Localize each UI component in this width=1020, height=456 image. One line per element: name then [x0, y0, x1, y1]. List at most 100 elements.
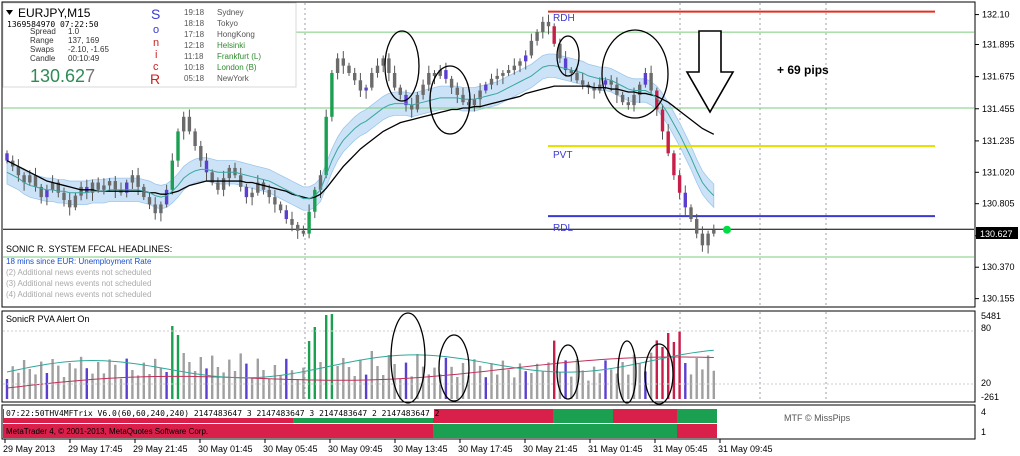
volume-bar — [484, 377, 487, 399]
volume-bar — [342, 358, 345, 399]
candle-body — [444, 70, 448, 79]
candle-body — [603, 80, 608, 85]
pva-axis-label: 80 — [981, 323, 991, 333]
volume-bar — [325, 315, 328, 399]
candle-body — [620, 94, 625, 103]
sonic-letter: R — [150, 71, 160, 87]
candle-body — [199, 146, 203, 161]
candle-body — [398, 87, 402, 95]
candle-body — [267, 189, 271, 198]
volume-bar — [302, 367, 305, 399]
candle-body — [677, 175, 682, 193]
spread-value: 1.0 — [68, 27, 80, 36]
candle-value: 00:10:49 — [68, 54, 100, 63]
volume-bar — [581, 370, 584, 399]
volume-bar — [222, 372, 225, 399]
volume-bar — [621, 362, 624, 399]
current-price-label: 130.627 — [980, 229, 1013, 239]
candle-body — [301, 230, 306, 234]
volume-bar — [159, 367, 163, 399]
candle-body — [273, 197, 277, 205]
candle-body — [159, 204, 163, 214]
candle-body — [415, 94, 420, 110]
spread-label: Spread — [30, 27, 56, 36]
volume-bar — [125, 358, 128, 399]
candle-body — [182, 116, 186, 132]
pva-axis-label: 5481 — [981, 311, 1001, 321]
candle-body — [68, 200, 72, 208]
volume-bar — [216, 367, 220, 399]
candle-body — [102, 185, 106, 190]
candle-body — [341, 58, 345, 66]
volume-bar — [684, 363, 687, 399]
candle-body — [204, 160, 209, 173]
candle-body — [712, 229, 716, 234]
headlines-title: SONIC R. SYSTEM FFCAL HEADLINES: — [6, 244, 172, 254]
volume-bar — [136, 375, 140, 399]
session-time: 19:18 — [184, 8, 205, 17]
swaps-value: -2.10, -1.65 — [68, 45, 109, 54]
candle-body — [581, 80, 585, 85]
candle-body — [501, 72, 505, 76]
volume-bar — [22, 360, 26, 399]
price-tick-label: 132.10 — [982, 10, 1010, 20]
candle-body — [176, 131, 180, 161]
session-time: 10:18 — [184, 63, 205, 72]
candle-body — [284, 210, 288, 220]
candle-body — [672, 153, 676, 176]
volume-bar — [473, 359, 476, 399]
price-tick-label: 131.020 — [982, 167, 1015, 177]
candle-body — [449, 78, 454, 88]
volume-bar — [347, 367, 351, 399]
volume-bar — [564, 360, 567, 399]
candle-body — [392, 72, 397, 88]
volume-bar — [330, 314, 334, 399]
volume-bar — [359, 359, 362, 399]
session-name: London (B) — [217, 63, 257, 72]
candle-body — [518, 61, 522, 66]
candle-body — [170, 160, 174, 190]
volume-bar — [233, 371, 237, 399]
volume-bar — [114, 364, 117, 399]
volume-bar — [364, 374, 368, 399]
trix-segment — [553, 409, 613, 423]
volume-bar — [587, 380, 590, 399]
candle-body — [387, 58, 391, 73]
sonic-letter: n — [153, 37, 159, 49]
volume-bar — [154, 358, 157, 399]
candle-body — [700, 233, 705, 246]
volume-bar — [336, 366, 339, 399]
volume-bar — [410, 376, 413, 399]
volume-bar — [148, 374, 151, 399]
candle-body — [706, 233, 710, 246]
candle-body — [335, 58, 340, 73]
candle-body — [153, 204, 157, 214]
candle-body — [50, 182, 55, 190]
time-tick-label: 31 May 09:45 — [718, 444, 773, 454]
candle-body — [512, 65, 516, 71]
price-axis: 132.10 131.895 131.675 131.455 131.235 131.02… — [975, 10, 1015, 304]
candle-body — [33, 175, 38, 187]
candle-body — [632, 94, 636, 106]
candle-body — [130, 175, 135, 183]
candle-body — [541, 21, 545, 33]
candle-body — [683, 192, 687, 208]
candle-body — [113, 181, 117, 190]
candle-body — [107, 181, 112, 186]
volume-bar — [40, 361, 43, 399]
pva-title: SonicR PVA Alert On — [6, 314, 89, 324]
session-name: Tokyo — [217, 19, 238, 28]
candle-body — [193, 131, 197, 147]
volume-bar — [313, 327, 316, 399]
rdh-label: RDH — [553, 13, 575, 24]
volume-bar — [655, 340, 658, 399]
volume-bar — [376, 366, 379, 399]
price-tick-label: 130.370 — [982, 262, 1015, 272]
session-name: Sydney — [217, 8, 244, 17]
volume-bar — [524, 371, 527, 399]
time-tick-label: 29 May 17:45 — [68, 444, 123, 454]
candle-body — [313, 189, 317, 212]
pva-axis-label: -261 — [981, 392, 999, 402]
volume-bar — [490, 363, 493, 399]
sonic-letter: i — [155, 49, 157, 61]
